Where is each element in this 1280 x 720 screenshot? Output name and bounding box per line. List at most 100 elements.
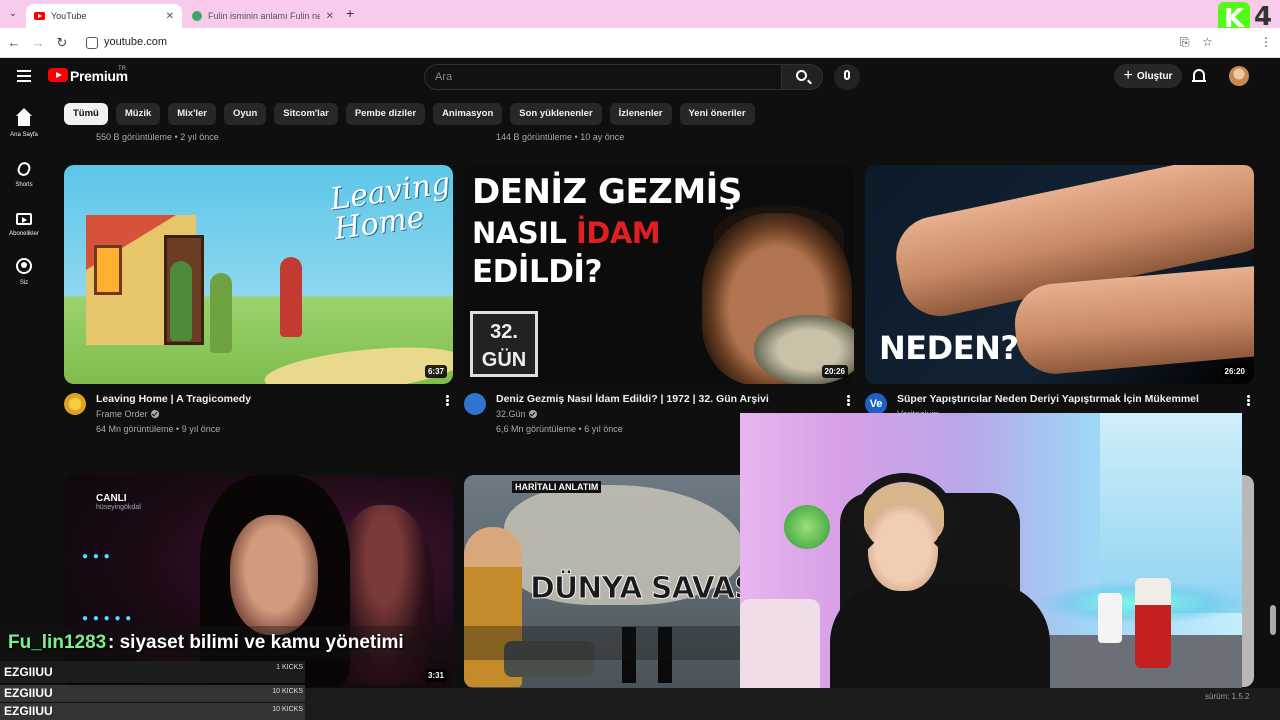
- video-duration: 20:26: [821, 365, 848, 378]
- thumbnail-window: [94, 245, 122, 295]
- thumbnail-32gun-logo: 32. GÜN: [470, 311, 538, 377]
- verified-check-icon: [528, 410, 537, 418]
- chip-soap-operas[interactable]: Pembe diziler: [345, 103, 426, 125]
- tab-fulin[interactable]: Fulin isminin anlamı Fulin ne de ✕: [184, 4, 342, 28]
- back-arrow-icon[interactable]: ←: [6, 35, 22, 50]
- voice-search-button[interactable]: [834, 64, 860, 90]
- install-app-icon[interactable]: ⎘: [1180, 35, 1190, 50]
- more-actions-icon[interactable]: [443, 394, 451, 408]
- chat-username: Fu_lin1283: [8, 632, 107, 653]
- tab-title: YouTube: [51, 11, 87, 21]
- video-title[interactable]: Deniz Gezmiş Nasıl İdam Edildi? | 1972 |…: [496, 393, 836, 405]
- search-box[interactable]: [424, 64, 782, 90]
- cpu-readout: CPU 27 %: [1172, 8, 1220, 18]
- video-meta: 64 Mn görüntüleme • 9 yıl önce: [96, 424, 221, 434]
- address-bar-row: ← → ↻ youtube.com ⎘ ☆ ⋮: [0, 28, 1280, 58]
- video-duration: 26:20: [1221, 365, 1248, 378]
- kick-donor-name: EZGIIUU: [4, 665, 53, 679]
- chip-all[interactable]: Tümü: [64, 103, 108, 125]
- video-thumbnail[interactable]: Leaving Home 6:37: [64, 165, 453, 384]
- menu-hamburger-icon[interactable]: [17, 70, 31, 82]
- thumbnail-figure: [170, 261, 192, 341]
- youtube-logo-icon[interactable]: [48, 68, 68, 82]
- tab-search-chevron-icon[interactable]: ⌄: [4, 5, 22, 23]
- webcam-cup: [1135, 578, 1171, 668]
- video-thumbnail-partial[interactable]: [1240, 475, 1254, 687]
- channel-name[interactable]: 32.Gün: [496, 409, 537, 419]
- more-actions-icon[interactable]: [1244, 394, 1252, 408]
- video-thumbnail[interactable]: NEDEN? 26:20: [865, 165, 1254, 384]
- sidebar-item-subscriptions[interactable]: Abonelikler: [0, 199, 48, 241]
- video-title[interactable]: Leaving Home | A Tragicomedy: [96, 393, 436, 405]
- kick-amount: 10 KICKS: [272, 688, 303, 695]
- thumbnail-lights: ● ● ●: [82, 551, 111, 562]
- more-actions-icon[interactable]: [844, 394, 852, 408]
- tab-close-icon[interactable]: ✕: [166, 11, 174, 22]
- search-button[interactable]: [781, 64, 823, 90]
- tab-youtube[interactable]: YouTube ✕: [26, 4, 182, 28]
- chip-recently-uploaded[interactable]: Son yüklenenler: [510, 103, 602, 125]
- thumbnail-line3: EDİLDİ?: [472, 254, 602, 290]
- channel-avatar[interactable]: [64, 393, 86, 415]
- gpu-readout: GPU 47 %: [1112, 8, 1160, 18]
- channel-avatar[interactable]: [464, 393, 486, 415]
- region-code: TR: [118, 66, 126, 72]
- webcam-streamer-body: [830, 583, 1050, 695]
- sidebar-item-home[interactable]: Ana Sayfa: [0, 100, 48, 142]
- headset-icon: [854, 473, 954, 563]
- video-thumbnail[interactable]: DENİZ GEZMİŞ NASIL İDAM EDİLDİ? 32. GÜN …: [464, 165, 854, 384]
- url-field[interactable]: youtube.com: [80, 31, 1230, 55]
- chip-sitcoms[interactable]: Sitcom'lar: [274, 103, 338, 125]
- thumbnail-title-text: NEDEN?: [879, 329, 1019, 367]
- kick-donor-name: EZGIIUU: [4, 704, 53, 718]
- forward-arrow-icon[interactable]: →: [30, 35, 46, 50]
- notifications-bell-icon[interactable]: [1192, 69, 1206, 82]
- sidebar-item-you[interactable]: Siz: [0, 248, 48, 290]
- bookmark-star-icon[interactable]: ☆: [1202, 35, 1213, 49]
- subscriptions-icon: [16, 213, 32, 225]
- page-scrollbar[interactable]: [1270, 605, 1276, 635]
- new-tab-plus-icon[interactable]: +: [346, 5, 354, 21]
- create-button[interactable]: + Oluştur: [1114, 64, 1182, 88]
- shorts-icon: [15, 160, 33, 178]
- thumbnail-handle: hüseyingökdal: [96, 504, 141, 511]
- channel-name[interactable]: Frame Order: [96, 409, 159, 419]
- thumbnail-path: [262, 339, 453, 384]
- chip-animation[interactable]: Animasyon: [433, 103, 503, 125]
- youtube-favicon-icon: [34, 12, 45, 20]
- video-title[interactable]: Süper Yapıştırıcılar Neden Deriyi Yapışt…: [897, 393, 1237, 405]
- chip-mixes[interactable]: Mix'ler: [168, 103, 216, 125]
- overlay-version: sürüm: 1.5.2: [1205, 692, 1250, 701]
- webcam-lamp: [1098, 593, 1122, 643]
- thumbnail-title-text: Leaving Home: [327, 165, 453, 248]
- browser-menu-icon[interactable]: ⋮: [1260, 35, 1272, 49]
- chat-message: : siyaset bilimi ve kamu yönetimi: [108, 632, 404, 653]
- thumbnail-lights: ● ● ● ● ●: [82, 613, 133, 624]
- chip-gaming[interactable]: Oyun: [223, 103, 267, 125]
- kick-donation-row: EZGIIUU 1 KICKS: [0, 661, 305, 683]
- thumbnail-tag: HARİTALI ANLATIM: [512, 481, 602, 493]
- site-info-icon[interactable]: [86, 37, 98, 49]
- kick-donation-row: EZGIIUU 10 KICKS: [0, 703, 305, 720]
- sidebar-item-shorts[interactable]: Shorts: [0, 150, 48, 192]
- previous-video-meta: 144 B görüntüleme • 10 ay önce: [496, 132, 625, 142]
- thumbnail-portrait: [230, 515, 318, 635]
- search-input[interactable]: [425, 65, 781, 89]
- chip-music[interactable]: Müzik: [115, 103, 161, 125]
- chip-watched[interactable]: İzlenenler: [609, 103, 672, 125]
- kick-donor-name: EZGIIUU: [4, 686, 53, 700]
- channel-avatar[interactable]: Ve: [865, 393, 887, 415]
- google-favicon-icon: [192, 11, 202, 21]
- tab-close-icon[interactable]: ✕: [326, 11, 334, 22]
- home-icon: [16, 108, 32, 126]
- reload-icon[interactable]: ↻: [54, 35, 70, 51]
- account-avatar[interactable]: [1229, 66, 1249, 86]
- chip-new-to-you[interactable]: Yeni öneriler: [679, 103, 755, 125]
- kick-amount: 10 KICKS: [272, 706, 303, 713]
- thumbnail-title-text: DÜNYA SAVAŞI: [530, 571, 754, 607]
- stream-bottom-strip: [305, 688, 1280, 720]
- microphone-icon: [844, 70, 850, 80]
- verified-check-icon: [150, 410, 159, 418]
- plus-icon: +: [1123, 67, 1133, 84]
- channel-name-text: 32.Gün: [496, 409, 526, 419]
